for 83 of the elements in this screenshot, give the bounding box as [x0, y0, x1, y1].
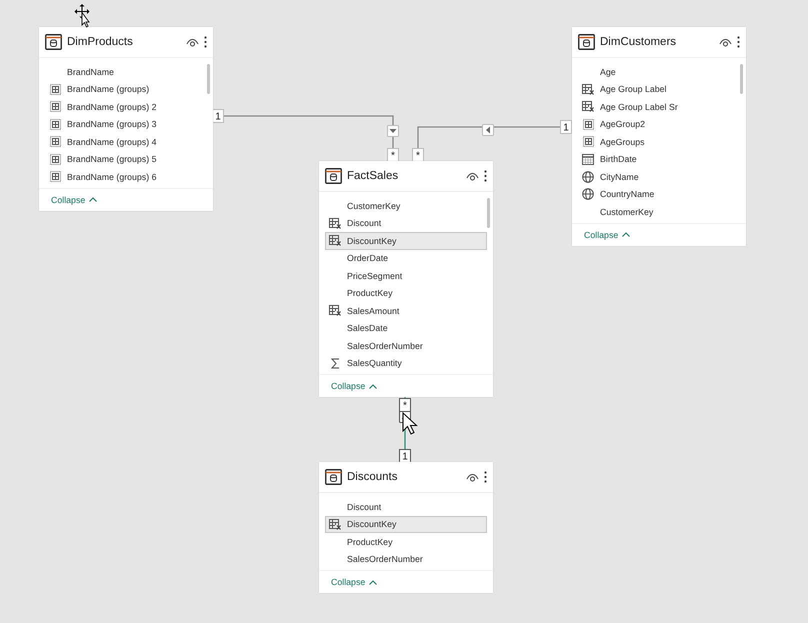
- relationship-line[interactable]: 1 *: [412, 120, 572, 162]
- globe-icon: [582, 170, 594, 183]
- table-icon: [45, 34, 62, 50]
- grid-icon: [50, 171, 60, 182]
- field-row[interactable]: BrandName (groups) 2: [45, 98, 207, 116]
- scrollbar[interactable]: [487, 198, 490, 228]
- grid-icon: [50, 84, 60, 95]
- grid-icon: [50, 154, 60, 165]
- field-row[interactable]: ProductKey: [325, 284, 487, 302]
- chevron-up-icon: [89, 197, 98, 202]
- grid-icon: [50, 101, 60, 112]
- table-icon: [578, 34, 595, 50]
- field-row[interactable]: BrandName (groups) 4: [45, 133, 207, 150]
- table-name: DimCustomers: [600, 36, 678, 48]
- scrollbar[interactable]: [740, 64, 743, 94]
- collapse-link[interactable]: Collapse: [331, 381, 366, 391]
- cardinality-many-label: *: [387, 148, 399, 162]
- table-formula-icon: [329, 235, 341, 246]
- field-row[interactable]: BrandName (groups) 5: [45, 150, 207, 168]
- field-row[interactable]: OrderDate: [325, 250, 487, 267]
- table-formula-icon: [329, 218, 341, 229]
- scrollbar[interactable]: [207, 64, 210, 94]
- more-options-icon[interactable]: [204, 36, 207, 48]
- field-row[interactable]: BrandName: [45, 63, 207, 80]
- selected-field-row[interactable]: DiscountKey: [325, 232, 487, 250]
- cardinality-one-label: 1: [399, 449, 411, 463]
- calendar-icon: [582, 154, 594, 165]
- chevron-up-icon: [622, 232, 630, 237]
- grid-icon: [582, 136, 594, 148]
- chevron-up-icon: [369, 384, 378, 388]
- collapse-link[interactable]: Collapse: [584, 230, 618, 240]
- sigma-icon: [330, 358, 340, 369]
- grid-icon: [50, 136, 60, 148]
- field-row[interactable]: PriceSegment: [325, 267, 487, 284]
- eye-icon[interactable]: [466, 172, 479, 180]
- field-row[interactable]: BrandName (groups): [45, 80, 207, 98]
- cardinality-many-label: *: [412, 148, 424, 162]
- eye-icon[interactable]: [466, 472, 479, 482]
- field-row[interactable]: BrandName (groups) 6: [45, 168, 207, 186]
- cardinality-one-label: 1: [560, 120, 572, 134]
- field-row[interactable]: CityName: [578, 168, 740, 186]
- table-name: Discounts: [347, 471, 398, 483]
- relationship-line[interactable]: 1 *: [212, 109, 399, 162]
- more-options-icon[interactable]: [484, 170, 487, 182]
- field-row[interactable]: Discount: [325, 498, 487, 516]
- table-formula-icon: [329, 305, 341, 316]
- globe-icon: [582, 188, 594, 200]
- field-row[interactable]: Discount: [325, 214, 487, 232]
- eye-icon[interactable]: [719, 38, 732, 46]
- field-row[interactable]: BrandName (groups) 3: [45, 116, 207, 133]
- chevron-up-icon: [369, 580, 378, 584]
- grid-icon: [582, 118, 594, 130]
- field-row[interactable]: CustomerKey: [325, 197, 487, 214]
- field-row[interactable]: Age: [578, 63, 740, 80]
- field-row[interactable]: SalesOrderNumber: [325, 550, 487, 568]
- field-row[interactable]: AgeGroups: [578, 133, 740, 150]
- field-row[interactable]: CustomerKey: [578, 203, 740, 220]
- table-name: DimProducts: [67, 36, 134, 48]
- table-formula-icon: [329, 518, 341, 530]
- field-row[interactable]: Age Group Label Sr: [578, 98, 740, 116]
- field-row[interactable]: SalesAmount: [325, 302, 487, 320]
- table-formula-icon: [582, 101, 594, 112]
- selected-field-row[interactable]: DiscountKey: [325, 516, 487, 533]
- field-row[interactable]: AgeGroup2: [578, 116, 740, 133]
- eye-icon[interactable]: [186, 38, 199, 46]
- field-row[interactable]: SalesDate: [325, 320, 487, 337]
- field-row[interactable]: BirthDate: [578, 150, 740, 168]
- more-options-icon[interactable]: [737, 36, 740, 48]
- field-row[interactable]: Age Group Label: [578, 80, 740, 98]
- collapse-link[interactable]: Collapse: [51, 194, 86, 204]
- field-row[interactable]: SalesQuantity: [325, 354, 487, 372]
- field-row[interactable]: SalesOrderNumber: [325, 337, 487, 354]
- grid-icon: [50, 118, 60, 130]
- field-row[interactable]: ProductKey: [325, 533, 487, 550]
- cardinality-many-label: *: [399, 398, 411, 412]
- collapse-link[interactable]: Collapse: [331, 577, 366, 587]
- table-icon: [325, 469, 342, 485]
- table-formula-icon: [582, 84, 594, 95]
- table-icon: [325, 168, 342, 184]
- table-name: FactSales: [347, 170, 400, 182]
- more-options-icon[interactable]: [484, 471, 487, 483]
- field-row[interactable]: CountryName: [578, 186, 740, 203]
- cardinality-one-label: 1: [212, 109, 224, 123]
